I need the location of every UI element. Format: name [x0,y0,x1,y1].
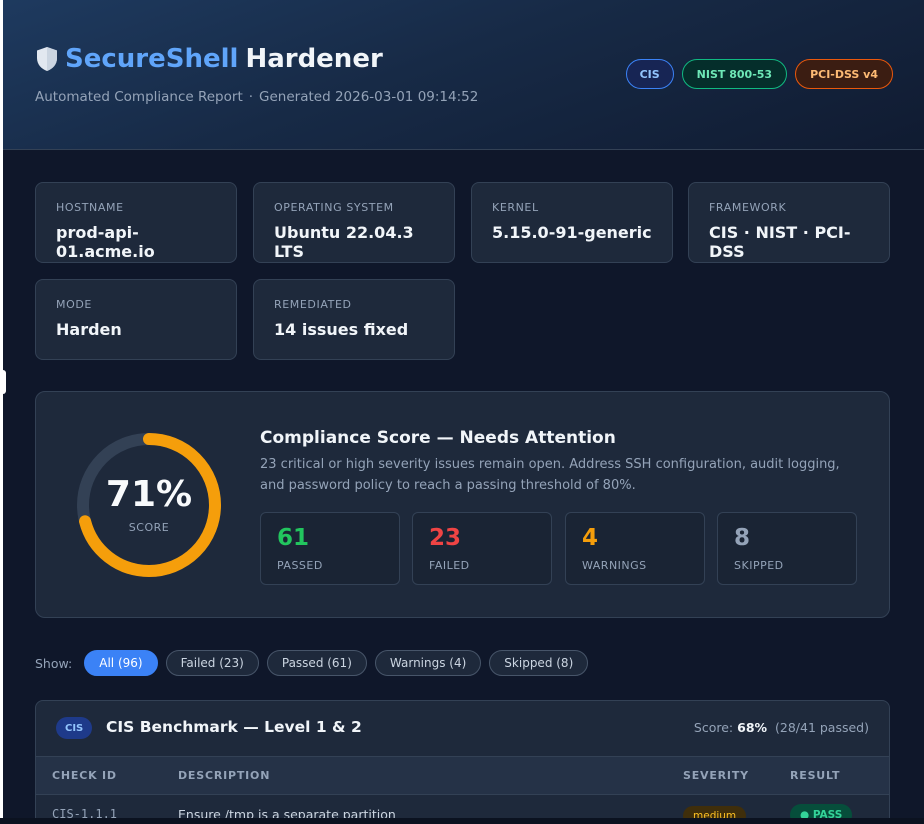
subtitle-separator: · [248,89,254,105]
benchmark-score: Score: 68% (28/41 passed) [694,720,869,735]
column-description[interactable]: DESCRIPTION [178,769,270,782]
score-label: SCORE [128,520,170,534]
stat-value: 61 [277,525,310,551]
card-value: 5.15.0-91-generic [492,223,652,242]
score-percent: 71% [105,473,193,515]
card-remediated: REMEDIATED 14 issues fixed [253,279,455,360]
card-value: 14 issues fixed [274,320,409,339]
score-description: 23 critical or high severity issues rema… [260,457,840,493]
filter-label: Show: [35,655,73,671]
filter-passed[interactable]: Passed (61) [266,650,367,676]
column-check-id[interactable]: CHECK ID [52,769,117,782]
shield-icon [37,47,57,71]
stat-value: 8 [734,525,751,551]
benchmark-header[interactable]: CIS CIS Benchmark — Level 1 & 2 Score: 6… [36,701,889,757]
report-header: SecureShell Hardener Automated Complianc… [3,0,924,150]
brand-suffix: Hardener [245,44,383,74]
stat-value: 23 [429,525,462,551]
report-subtitle: Automated Compliance Report · Generated 20… [35,89,478,105]
card-kernel: KERNEL 5.15.0-91-generic [471,182,673,263]
report-page: SecureShell Hardener Automated Complianc… [3,0,924,818]
result-filters: Show: All (96) Failed (23) Passed (61) W… [35,650,596,676]
filter-skipped[interactable]: Skipped (8) [489,650,589,676]
badge-nist: NIST 800-53 [681,59,788,89]
filter-all[interactable]: All (96) [84,650,158,676]
check-id: CIS-1.1.1 [52,807,118,818]
card-value: CIS · NIST · PCI-DSS [709,223,851,261]
benchmark-score-value: 68% [737,720,768,735]
check-description: Ensure /tmp is a separate partition [178,807,396,818]
card-label: KERNEL [492,201,539,214]
card-hostname: HOSTNAME prod-api-01.acme.io [35,182,237,263]
card-label: MODE [56,298,92,311]
card-label: REMEDIATED [274,298,352,311]
column-severity[interactable]: SEVERITY [683,769,749,782]
benchmark-badge: CIS [56,717,93,739]
stat-passed: 61 PASSED [260,512,400,585]
card-value: Harden [56,320,122,339]
subtitle-text: Automated Compliance Report [35,89,243,105]
bottom-edge [0,818,924,824]
card-value: prod-api-01.acme.io [56,223,155,261]
stat-label: WARNINGS [582,559,647,572]
brand: SecureShell Hardener [35,44,383,74]
score-title: Compliance Score — Needs Attention [260,428,616,448]
card-label: OPERATING SYSTEM [274,201,394,214]
stat-failed: 23 FAILED [412,512,552,585]
benchmark-title: CIS Benchmark — Level 1 & 2 [106,718,362,736]
filter-failed[interactable]: Failed (23) [165,650,259,676]
result-badge: ● PASS [790,804,853,818]
badge-cis: CIS [625,59,674,89]
table-row[interactable]: CIS-1.1.1 Ensure /tmp is a separate part… [36,795,889,818]
brand-name: SecureShell [65,44,239,74]
badge-pci-dss: PCI-DSS v4 [795,59,893,89]
stat-skipped: 8 SKIPPED [717,512,857,585]
cis-benchmark-section: CIS CIS Benchmark — Level 1 & 2 Score: 6… [35,700,890,818]
framework-badges: CIS NIST 800-53 PCI-DSS v4 [625,59,893,89]
stat-label: SKIPPED [734,559,784,572]
card-framework: FRAMEWORK CIS · NIST · PCI-DSS [688,182,890,263]
scroll-handle[interactable] [0,370,6,394]
stat-label: FAILED [429,559,470,572]
stat-value: 4 [582,525,599,551]
card-value: Ubuntu 22.04.3 LTS [274,223,414,261]
compliance-score-panel: 71% SCORE Compliance Score — Needs Atten… [35,391,890,618]
table-header: CHECK ID DESCRIPTION SEVERITY RESULT [36,757,889,795]
benchmark-score-detail: (28/41 passed) [775,720,869,735]
generated-timestamp: Generated 2026-03-01 09:14:52 [259,89,479,105]
benchmark-score-label: Score: [693,720,734,735]
card-label: FRAMEWORK [709,201,787,214]
card-label: HOSTNAME [56,201,124,214]
card-mode: MODE Harden [35,279,237,360]
severity-badge: medium [683,806,747,818]
column-result[interactable]: RESULT [790,769,840,782]
filter-warnings[interactable]: Warnings (4) [374,650,482,676]
stat-label: PASSED [277,559,323,572]
stat-warnings: 4 WARNINGS [565,512,705,585]
card-operating-system: OPERATING SYSTEM Ubuntu 22.04.3 LTS [253,182,455,263]
score-ring-text: 71% SCORE [74,430,224,580]
